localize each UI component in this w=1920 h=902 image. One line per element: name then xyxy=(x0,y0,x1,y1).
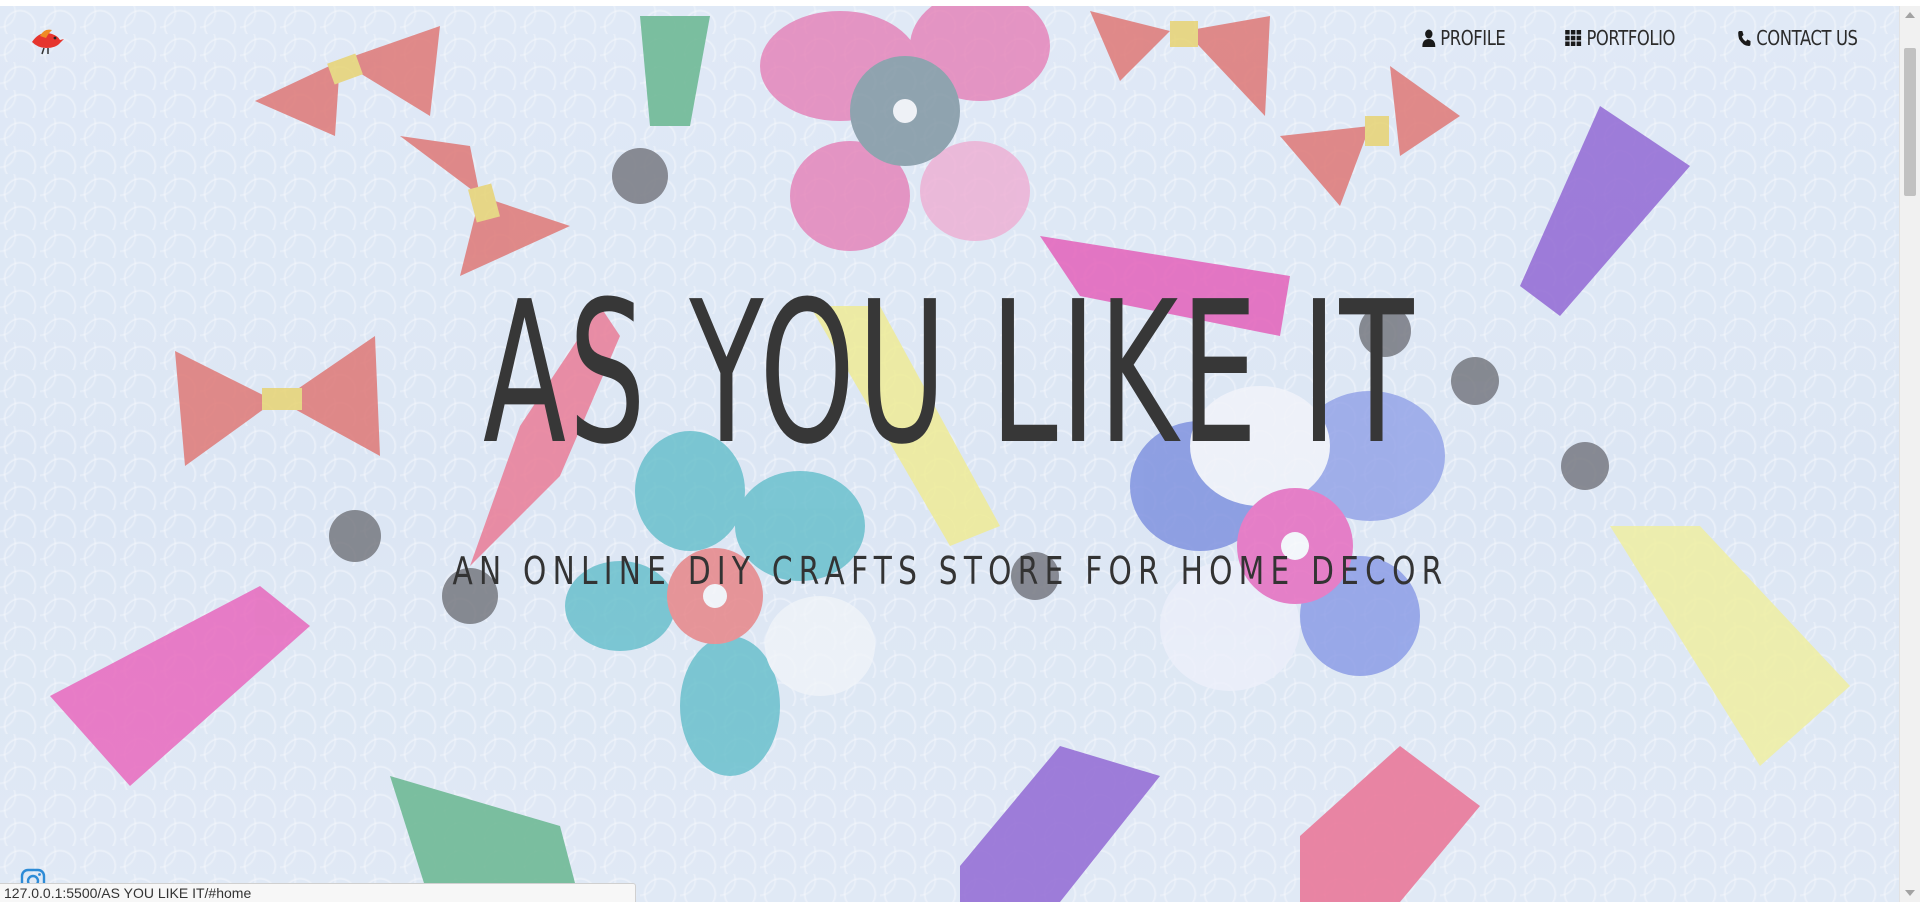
scroll-down-arrow-icon[interactable] xyxy=(1900,884,1920,902)
nav-portfolio-label: PORTFOLIO xyxy=(1586,26,1676,50)
hero-subtitle: AN ONLINE DIY CRAFTS STORE FOR HOME DECO… xyxy=(0,546,1900,596)
phone-icon xyxy=(1738,30,1751,46)
main-nav: PROFILE PORTFOLIO CONTACT US xyxy=(1404,26,1858,50)
nav-contact-label: CONTACT US xyxy=(1756,26,1859,50)
hero-title: AS YOU LIKE IT xyxy=(0,274,1900,474)
hero-title-text: AS YOU LIKE IT xyxy=(483,260,1417,488)
hero-section: PROFILE PORTFOLIO CONTACT US AS YOU LIKE… xyxy=(0,6,1900,902)
grid-icon xyxy=(1565,30,1582,46)
scroll-up-arrow-icon[interactable] xyxy=(1900,6,1920,24)
vertical-scrollbar[interactable] xyxy=(1899,6,1920,902)
nav-profile-label: PROFILE xyxy=(1440,26,1506,50)
hero-subtitle-text: AN ONLINE DIY CRAFTS STORE FOR HOME DECO… xyxy=(451,549,1449,593)
browser-status-bar: 127.0.0.1:5500/AS YOU LIKE IT/#home xyxy=(0,883,636,902)
browser-viewport: PROFILE PORTFOLIO CONTACT US AS YOU LIKE… xyxy=(0,0,1920,902)
nav-portfolio[interactable]: PORTFOLIO xyxy=(1565,26,1676,50)
bird-logo-icon[interactable] xyxy=(26,22,66,56)
nav-contact-us[interactable]: CONTACT US xyxy=(1738,26,1858,50)
nav-profile[interactable]: PROFILE xyxy=(1422,26,1506,50)
user-icon xyxy=(1422,29,1436,47)
scrollbar-thumb[interactable] xyxy=(1904,48,1916,196)
